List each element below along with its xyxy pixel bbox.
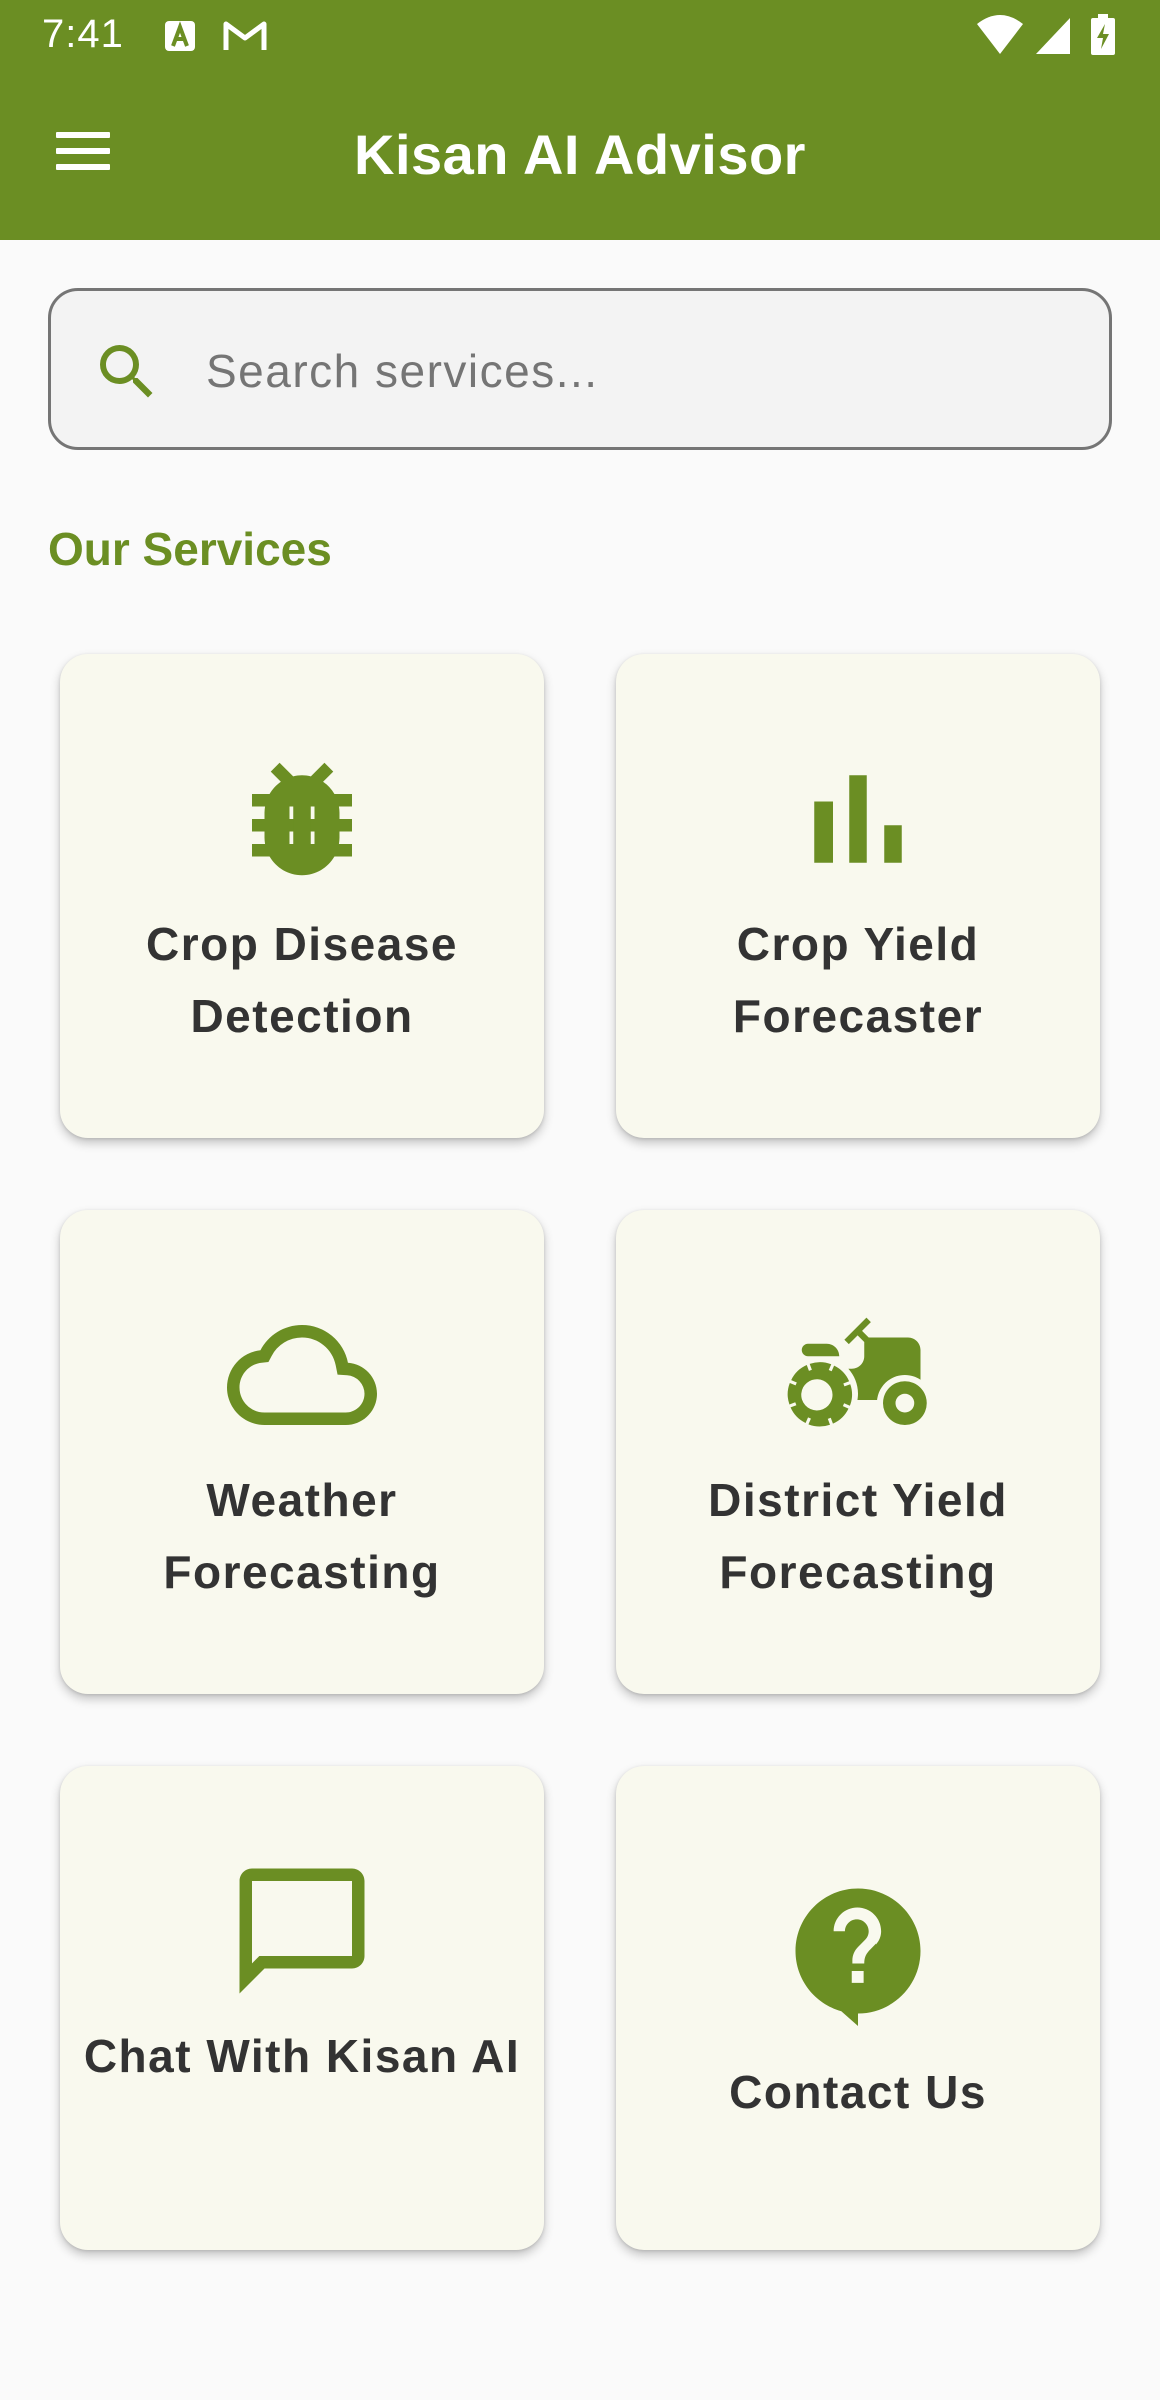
- translate-app-icon: [165, 21, 195, 51]
- service-card-label: Contact Us: [729, 2066, 987, 2118]
- tractor-icon: [787, 1317, 927, 1427]
- service-card-label: District Yield Forecasting: [708, 1474, 1008, 1598]
- app-title: Kisan AI Advisor: [354, 123, 806, 186]
- section-title: Our Services: [48, 523, 332, 575]
- service-card-chat-with-kisan-ai[interactable]: Chat With Kisan AI: [60, 1766, 544, 2250]
- status-time: 7:41: [42, 12, 124, 56]
- battery-charging-icon: [1091, 14, 1115, 55]
- search-icon: [100, 345, 153, 398]
- search-box[interactable]: [48, 288, 1112, 450]
- service-card-label: Crop Yield Forecaster: [732, 918, 984, 1042]
- cellular-signal-icon: [1036, 18, 1070, 54]
- service-card-crop-yield-forecaster[interactable]: Crop Yield Forecaster: [616, 654, 1100, 1138]
- wifi-icon: [977, 15, 1023, 54]
- chat-bubble-icon: [239, 1868, 365, 1994]
- service-card-crop-disease-detection[interactable]: Crop Disease Detection: [60, 654, 544, 1138]
- service-card-district-yield-forecasting[interactable]: District Yield Forecasting: [616, 1210, 1100, 1694]
- app-bar: Kisan AI Advisor: [0, 72, 1160, 240]
- help-bubble-icon: [795, 1888, 921, 2026]
- service-card-label: Crop Disease Detection: [145, 918, 458, 1042]
- service-card-label: Weather Forecasting: [163, 1474, 441, 1598]
- cloud-icon: [227, 1325, 377, 1425]
- search-input[interactable]: [206, 331, 1066, 411]
- service-card-contact-us[interactable]: Contact Us: [616, 1766, 1100, 2250]
- service-card-weather-forecasting[interactable]: Weather Forecasting: [60, 1210, 544, 1694]
- status-bar: 7:41: [0, 0, 1160, 72]
- bug-icon: [252, 762, 352, 876]
- bar-chart-icon: [814, 775, 902, 863]
- gmail-icon: [223, 21, 267, 50]
- service-card-label: Chat With Kisan AI: [83, 2030, 521, 2082]
